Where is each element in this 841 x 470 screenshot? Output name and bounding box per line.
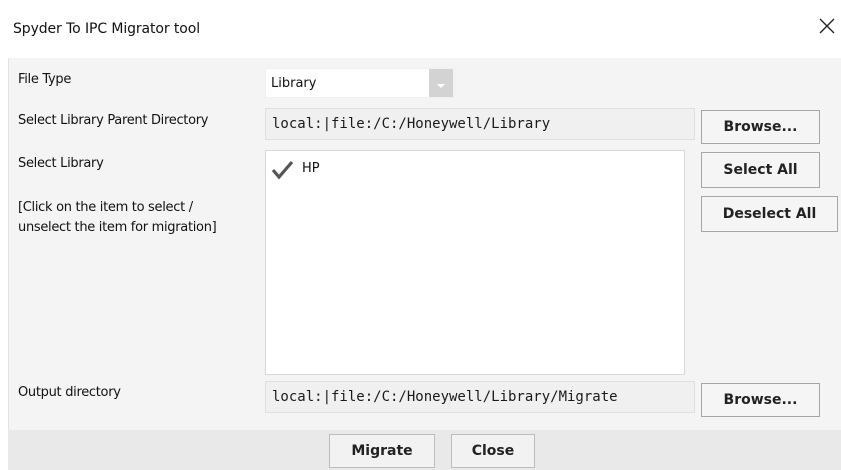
output-directory-field[interactable]: local:|file:/C:/Honeywell/Library/Migrat… [265, 381, 695, 413]
checkmark-icon [271, 160, 294, 180]
browse-output-button[interactable]: Browse... [701, 383, 820, 417]
list-item[interactable]: HP [266, 151, 684, 187]
file-type-label: File Type [18, 72, 72, 87]
select-library-hint-line2: unselect the item for migration] [18, 220, 217, 235]
parent-directory-field[interactable]: local:|file:/C:/Honeywell/Library [265, 108, 695, 140]
parent-directory-label: Select Library Parent Directory [18, 113, 209, 128]
chevron-down-icon [437, 84, 445, 88]
browse-parent-button[interactable]: Browse... [701, 110, 820, 144]
select-library-label: Select Library [18, 156, 104, 171]
library-list[interactable]: HP [265, 150, 685, 375]
window-title: Spyder To IPC Migrator tool [13, 21, 201, 37]
output-directory-label: Output directory [18, 385, 121, 400]
migrate-button[interactable]: Migrate [329, 434, 435, 468]
list-item-label: HP [302, 161, 320, 176]
close-icon[interactable] [816, 14, 840, 38]
close-button[interactable]: Close [451, 434, 535, 468]
deselect-all-button[interactable]: Deselect All [701, 196, 838, 232]
select-library-hint-line1: [Click on the item to select / [18, 200, 193, 215]
file-type-dropdown-button[interactable] [429, 69, 453, 97]
file-type-value: Library [271, 76, 317, 91]
select-all-button[interactable]: Select All [701, 152, 820, 188]
